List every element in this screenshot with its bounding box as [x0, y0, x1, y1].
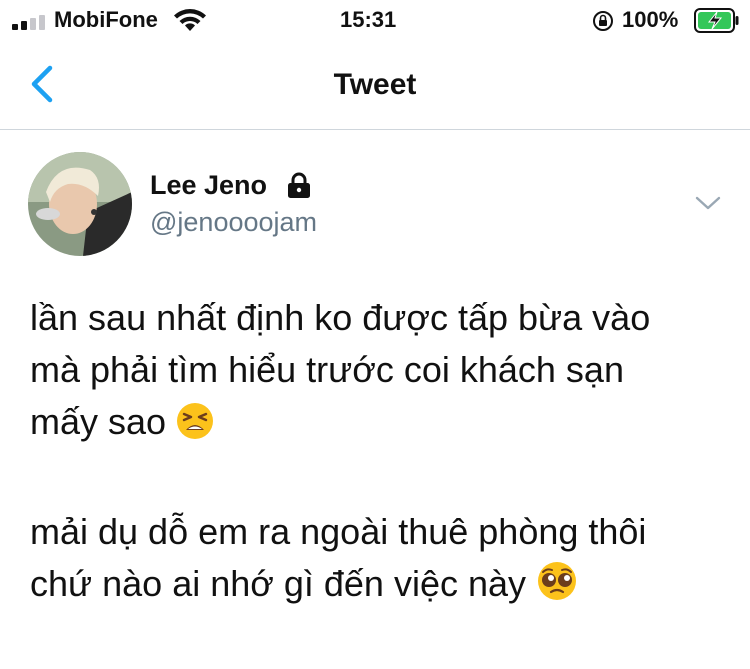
tweet-line: mà phải tìm hiểu trước coi khách sạn [30, 349, 624, 390]
chevron-down-icon[interactable] [693, 193, 723, 213]
author-display-name[interactable]: Lee Jeno [150, 170, 267, 201]
tweet-line: lần sau nhất định ko được tấp bừa vào [30, 297, 651, 338]
clock: 15:31 [340, 7, 397, 32]
battery-charging-icon [694, 8, 739, 33]
tweet-line: mải dụ dỗ em ra ngoài thuê phòng thôi [30, 511, 647, 552]
status-bar: MobiFone 15:31 100% [0, 0, 750, 40]
pleading-face-emoji-icon [536, 560, 578, 616]
tweet-line-text: mấy sao [30, 401, 167, 442]
page-title: Tweet [333, 68, 417, 101]
author-handle[interactable]: @jenoooojam [150, 207, 317, 238]
lock-icon [288, 172, 310, 198]
avatar[interactable] [28, 152, 132, 256]
orientation-lock-icon [593, 11, 613, 31]
battery-percent: 100% [622, 7, 679, 32]
tweet-line-text: chứ nào ai nhớ gì đến việc này [30, 563, 527, 604]
navigation-bar: Tweet [0, 40, 750, 130]
wifi-icon [174, 9, 206, 31]
signal-strength-icon [12, 14, 52, 30]
tweet-text: lần sau nhất định ko được tấp bừa vào mà… [30, 292, 730, 616]
tweet-line: mấy sao [30, 396, 730, 454]
tired-face-emoji-icon [176, 402, 214, 454]
tweet-line: chứ nào ai nhớ gì đến việc này [30, 558, 730, 616]
carrier-name: MobiFone [54, 7, 158, 32]
